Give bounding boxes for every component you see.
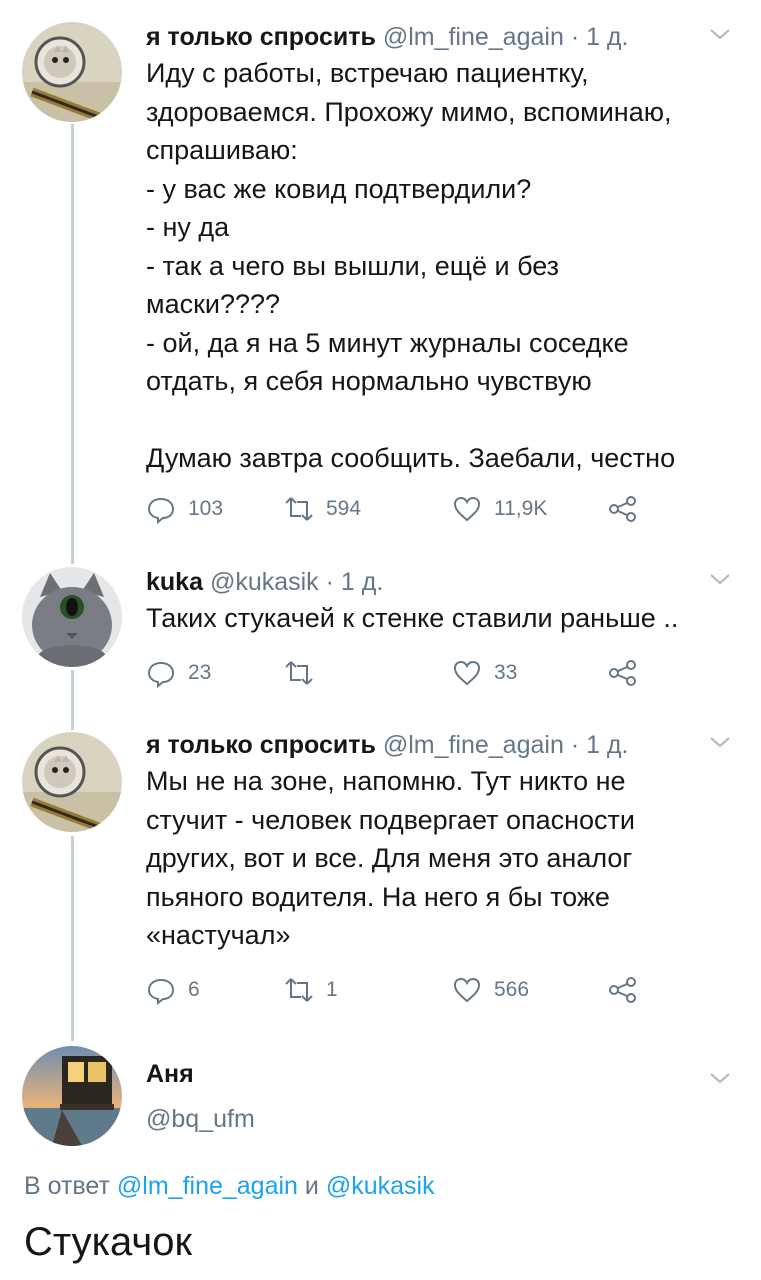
tweet-line: стучит - человек подвергает опасности [146, 804, 635, 835]
thread-line [71, 836, 74, 1041]
display-name[interactable]: я только спросить [146, 731, 376, 759]
tweet-header: я только спросить @lm_fine_again · 1 д. [146, 22, 733, 52]
tweet-line: - ой, да я на 5 минут журналы соседке [146, 327, 629, 358]
tweet[interactable]: kuka @kukasik · 1 д. Таких стукачей к ст… [146, 567, 733, 638]
like-icon [453, 977, 481, 1003]
retweet-count: 594 [326, 497, 362, 520]
share-icon [609, 977, 636, 1003]
tweet-line [146, 401, 733, 440]
avatar[interactable] [22, 567, 122, 667]
tweet-line: Таких стукачей к стенке ставили раньше .… [146, 603, 679, 633]
tweet-line: - ну да [146, 212, 230, 242]
tweet-header: kuka @kukasik · 1 д. [146, 567, 733, 597]
handle[interactable]: @bq_ufm [146, 1105, 733, 1134]
like-icon [453, 660, 481, 686]
tweet[interactable]: я только спросить @lm_fine_again · 1 д. … [146, 730, 733, 955]
tweet-line: - у вас же ковид подтвердили? [146, 173, 532, 204]
retweet-icon [285, 978, 313, 1002]
retweet-count: 1 [326, 978, 338, 1001]
timestamp: · 1 д. [325, 568, 384, 596]
reply-context: В ответ @lm_fine_again и @kukasik [24, 1172, 435, 1201]
tweet-actions: 6 1 566 [146, 973, 706, 1007]
like-button[interactable]: 33 [452, 656, 517, 690]
share-icon [609, 496, 636, 522]
reply-prefix: В ответ [24, 1172, 110, 1200]
tweet-line: Думаю завтра сообщить. Заебали, честно [146, 443, 676, 473]
like-button[interactable]: 566 [452, 973, 529, 1007]
timestamp: · 1 д. [570, 731, 629, 759]
focused-tweet-text: Стукачок [24, 1220, 192, 1264]
tweet-line: спрашиваю: [146, 135, 298, 165]
avatar[interactable] [22, 732, 122, 832]
reply-count: 6 [188, 978, 200, 1001]
like-button[interactable]: 11,9K [452, 492, 547, 526]
focused-author[interactable]: Аня @bq_ufm [146, 1060, 733, 1134]
tweet[interactable]: я только спросить @lm_fine_again · 1 д. … [146, 22, 733, 478]
handle[interactable]: @lm_fine_again [383, 23, 564, 51]
like-count: 11,9K [494, 497, 548, 520]
chevron-down-icon[interactable] [707, 1068, 733, 1088]
tweet-line: других, вот и все. Для меня это аналог [146, 843, 633, 873]
tweet-line: отдать, я себя нормально чувствую [146, 366, 592, 396]
display-name[interactable]: я только спросить [146, 23, 376, 51]
mention-link[interactable]: @kukasik [326, 1172, 435, 1200]
tweet-line: здороваемся. Прохожу мимо, вспоминаю, [146, 96, 672, 127]
retweet-button[interactable] [284, 656, 326, 690]
like-count: 33 [494, 661, 518, 684]
tweet-text: Мы не на зоне, напомню. Тут никто не сту… [146, 762, 733, 955]
tweet-header: я только спросить @lm_fine_again · 1 д. [146, 730, 733, 760]
share-button[interactable] [608, 492, 638, 526]
chevron-down-icon[interactable] [707, 24, 733, 44]
reply-count: 103 [188, 497, 224, 520]
reply-count: 23 [188, 661, 212, 684]
reply-icon [147, 978, 175, 1005]
thread-line [71, 124, 74, 564]
share-button[interactable] [608, 973, 638, 1007]
avatar[interactable] [22, 22, 122, 122]
display-name[interactable]: Аня [146, 1060, 194, 1088]
share-icon [609, 660, 636, 686]
thread-line [71, 670, 74, 730]
tweet-text: Таких стукачей к стенке ставили раньше .… [146, 599, 733, 638]
reply-button[interactable]: 23 [146, 656, 211, 690]
avatar[interactable] [22, 1046, 122, 1146]
share-button[interactable] [608, 656, 638, 690]
mention-link[interactable]: @lm_fine_again [117, 1172, 298, 1200]
reply-and: и [304, 1172, 319, 1200]
tweet-line: Мы не на зоне, напомню. Тут никто не [146, 766, 626, 796]
like-icon [453, 496, 481, 522]
display-name[interactable]: kuka [146, 568, 203, 596]
reply-icon [147, 661, 175, 688]
reply-button[interactable]: 6 [146, 973, 200, 1007]
tweet-line: - так а чего вы вышли, ещё и без [146, 250, 560, 281]
chevron-down-icon[interactable] [707, 732, 733, 752]
tweet-line: «настучал» [146, 920, 291, 950]
reply-button[interactable]: 103 [146, 492, 223, 526]
tweet-actions: 23 33 [146, 656, 706, 690]
retweet-icon [285, 497, 313, 521]
tweet-text: Иду с работы, встречаю пациентку, здоров… [146, 54, 733, 478]
tweet-actions: 103 594 11,9K [146, 492, 706, 526]
tweet-line: Иду с работы, встречаю пациентку, [146, 58, 589, 88]
timestamp: · 1 д. [570, 23, 629, 51]
handle[interactable]: @kukasik [210, 568, 319, 596]
handle[interactable]: @lm_fine_again [383, 731, 564, 759]
like-count: 566 [494, 978, 530, 1001]
reply-icon [147, 497, 175, 524]
tweet-line: пьяного водителя. На него я бы тоже [146, 881, 610, 912]
chevron-down-icon[interactable] [707, 569, 733, 589]
retweet-icon [285, 661, 313, 685]
tweet-line: маски???? [146, 289, 281, 319]
retweet-button[interactable]: 1 [284, 973, 338, 1007]
author-name-row: Аня [146, 1060, 733, 1089]
retweet-button[interactable]: 594 [284, 492, 361, 526]
